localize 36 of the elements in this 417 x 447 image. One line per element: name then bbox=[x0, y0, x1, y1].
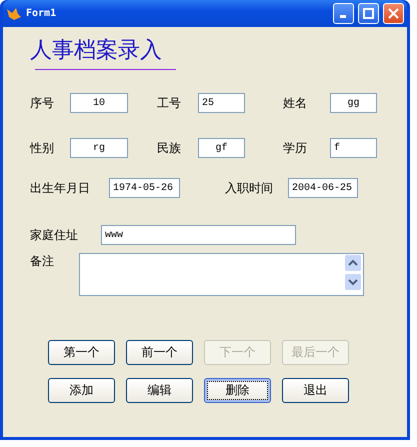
maximize-icon bbox=[363, 8, 374, 19]
text-field[interactable]: gf bbox=[198, 138, 245, 158]
action-button[interactable]: 退出 bbox=[282, 378, 349, 403]
text-field[interactable]: f bbox=[330, 138, 377, 158]
text-field[interactable]: rg bbox=[70, 138, 128, 158]
field-label: 学历 bbox=[283, 140, 308, 156]
notes-field[interactable] bbox=[79, 253, 364, 296]
text-field[interactable]: 10 bbox=[70, 93, 128, 113]
field-label: 性别 bbox=[30, 140, 55, 156]
window-title: Form1 bbox=[26, 8, 58, 19]
text-field[interactable]: 1974-05-26 bbox=[109, 178, 180, 198]
field-label: 姓名 bbox=[283, 94, 308, 112]
action-button[interactable]: 前一个 bbox=[126, 340, 193, 365]
text-field[interactable]: www bbox=[101, 225, 296, 245]
form-heading: 人事档案录入 bbox=[30, 37, 162, 65]
action-button[interactable]: 编辑 bbox=[126, 378, 193, 403]
field-label: 家庭住址 bbox=[30, 226, 79, 244]
field-label: 民族 bbox=[157, 140, 182, 156]
action-button[interactable]: 删除 bbox=[204, 378, 271, 403]
maximize-button[interactable] bbox=[358, 3, 379, 24]
field-label: 备注 bbox=[30, 253, 54, 270]
action-button[interactable]: 第一个 bbox=[48, 340, 115, 365]
text-field[interactable]: 25 bbox=[198, 93, 245, 113]
close-button[interactable] bbox=[383, 3, 404, 24]
text-field[interactable]: gg bbox=[330, 93, 377, 113]
field-label: 入职时间 bbox=[225, 180, 274, 196]
scroll-up-icon[interactable] bbox=[345, 255, 361, 271]
fox-icon bbox=[6, 6, 22, 22]
text-field[interactable]: 2004-06-25 bbox=[288, 178, 358, 198]
field-label: 工号 bbox=[157, 94, 182, 112]
field-label: 出生年月日 bbox=[30, 180, 91, 196]
action-button[interactable]: 添加 bbox=[48, 378, 115, 403]
close-icon bbox=[388, 8, 399, 19]
scroll-down-icon[interactable] bbox=[345, 274, 361, 290]
field-label: 序号 bbox=[30, 94, 55, 112]
minimize-button[interactable] bbox=[333, 3, 354, 24]
